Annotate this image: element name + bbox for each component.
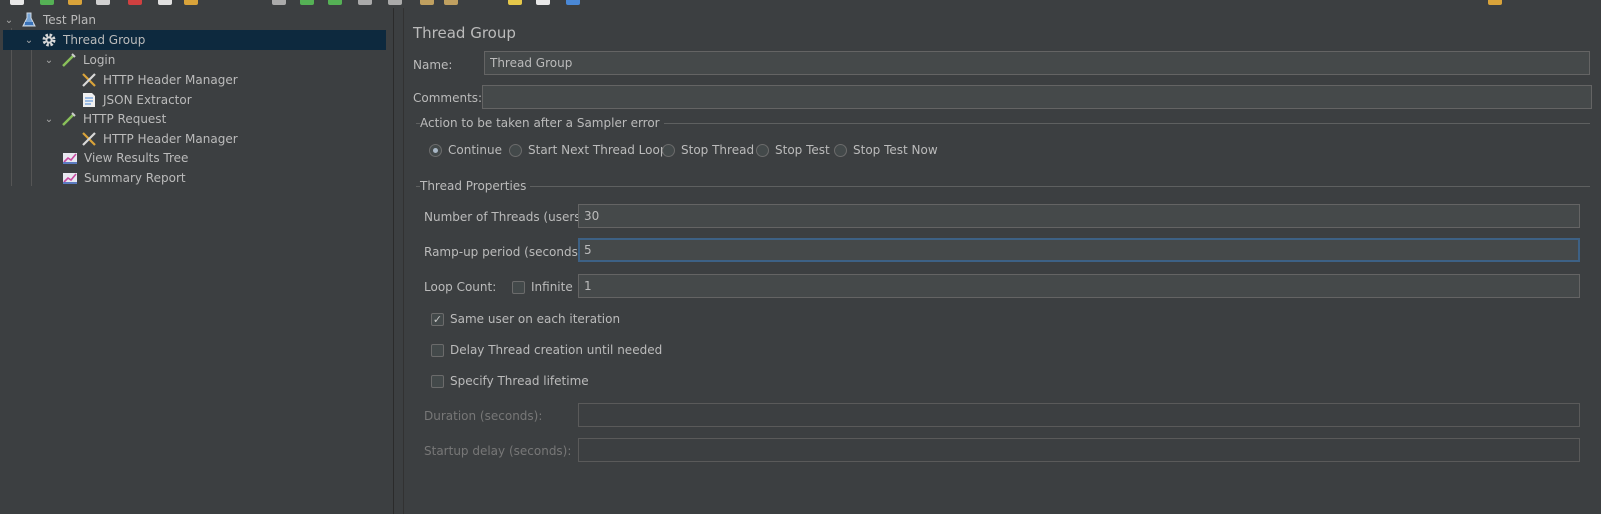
search-icon[interactable] (508, 0, 522, 5)
open-icon[interactable] (68, 0, 82, 5)
copy-icon[interactable] (158, 0, 172, 5)
pane-splitter[interactable] (393, 8, 394, 514)
radio-indicator (662, 143, 675, 157)
chart-icon (62, 170, 78, 186)
test-plan-tree: ⌄ Test Plan ⌄ Thread Group ⌄ Login HTTP … (3, 8, 394, 514)
tree-item-label: HTTP Header Manager (103, 132, 238, 146)
radio-indicator (834, 143, 847, 157)
tree-item-http-request[interactable]: ⌄ HTTP Request (43, 109, 166, 129)
loop-count-label: Loop Count: (424, 280, 497, 294)
paste-icon[interactable] (184, 0, 198, 5)
chart-icon (62, 150, 78, 166)
checkbox-label: Delay Thread creation until needed (450, 343, 663, 357)
page-title: Thread Group (413, 24, 516, 42)
tree-item-test-plan[interactable]: ⌄ Test Plan (3, 10, 386, 30)
checkbox-label: Infinite (531, 280, 573, 294)
chevron-down-icon[interactable]: ⌄ (43, 54, 55, 66)
name-field[interactable] (484, 51, 1590, 75)
check-icon: ✓ (431, 312, 444, 326)
radio-stop-test[interactable]: Stop Test (756, 143, 830, 157)
tree-guide-line (31, 48, 32, 186)
tree-guide-line (11, 28, 12, 186)
tree-item-label: View Results Tree (84, 151, 189, 165)
tree-item-label: Login (83, 53, 116, 67)
clear-all-icon[interactable] (444, 0, 458, 5)
threads-label: Number of Threads (users): (424, 210, 590, 224)
delay-thread-creation-checkbox[interactable]: Delay Thread creation until needed (431, 343, 662, 357)
expand-icon[interactable] (272, 0, 286, 5)
duration-field[interactable] (578, 403, 1580, 427)
radio-label: Stop Thread (681, 143, 755, 157)
same-user-checkbox[interactable]: ✓ Same user on each iteration (431, 312, 620, 326)
start-icon[interactable] (300, 0, 314, 5)
radio-indicator (756, 143, 769, 157)
checkbox-label: Same user on each iteration (450, 312, 621, 326)
cut-icon[interactable] (128, 0, 142, 5)
flask-icon (21, 12, 37, 28)
main-toolbar (0, 0, 1601, 6)
tree-item-label: Summary Report (84, 171, 186, 185)
startup-delay-field[interactable] (578, 438, 1580, 462)
tree-item-http-header-manager[interactable]: HTTP Header Manager (81, 70, 238, 90)
document-icon (81, 92, 97, 108)
checkbox-label: Specify Thread lifetime (450, 374, 589, 388)
radio-label: Stop Test (775, 143, 830, 157)
rampup-label: Ramp-up period (seconds): (424, 245, 587, 259)
tree-item-thread-group[interactable]: ⌄ Thread Group (3, 30, 386, 50)
chevron-down-icon[interactable]: ⌄ (23, 34, 35, 46)
pipette-icon (61, 111, 77, 127)
tree-item-label: HTTP Request (83, 112, 167, 126)
radio-stop-test-now[interactable]: Stop Test Now (834, 143, 938, 157)
comments-label: Comments: (413, 91, 483, 105)
clear-icon[interactable] (420, 0, 434, 5)
gear-icon (41, 32, 57, 48)
radio-indicator (509, 143, 522, 157)
checkbox-box (431, 343, 444, 357)
thread-properties-section-title: Thread Properties (420, 179, 531, 193)
comments-field[interactable] (482, 85, 1592, 109)
stop-icon[interactable] (358, 0, 372, 5)
radio-label: Start Next Thread Loop (528, 143, 668, 157)
warning-icon[interactable] (1488, 0, 1502, 5)
tree-item-summary-report[interactable]: Summary Report (62, 168, 186, 188)
pipette-icon (61, 52, 77, 68)
save-icon[interactable] (96, 0, 110, 5)
tree-item-label: Test Plan (43, 13, 96, 27)
radio-indicator (429, 143, 442, 157)
chevron-down-icon[interactable]: ⌄ (3, 14, 15, 26)
tree-item-login[interactable]: ⌄ Login (43, 50, 116, 70)
specify-thread-lifetime-checkbox[interactable]: Specify Thread lifetime (431, 374, 589, 388)
checkbox-box (512, 280, 525, 294)
radio-start-next-thread-loop[interactable]: Start Next Thread Loop (509, 143, 667, 157)
wrench-icon (81, 72, 97, 88)
loop-count-field[interactable] (578, 274, 1580, 298)
threads-field[interactable] (578, 204, 1580, 228)
radio-continue[interactable]: Continue (429, 143, 502, 157)
help-icon[interactable] (566, 0, 580, 5)
new-icon[interactable] (10, 0, 24, 5)
function-helper-icon[interactable] (536, 0, 550, 5)
sampler-error-section-title: Action to be taken after a Sampler error (420, 116, 664, 130)
tree-item-label: Thread Group (63, 33, 146, 47)
shutdown-icon[interactable] (388, 0, 402, 5)
wrench-icon (81, 131, 97, 147)
radio-label: Stop Test Now (853, 143, 938, 157)
tree-item-json-extractor[interactable]: JSON Extractor (81, 90, 192, 110)
startup-delay-label: Startup delay (seconds): (424, 444, 572, 458)
tree-item-http-header-manager[interactable]: HTTP Header Manager (81, 129, 238, 149)
tree-item-label: JSON Extractor (103, 93, 192, 107)
name-label: Name: (413, 58, 453, 72)
start-no-pause-icon[interactable] (328, 0, 342, 5)
infinite-checkbox[interactable]: Infinite (512, 280, 573, 294)
duration-label: Duration (seconds): (424, 409, 543, 423)
chevron-down-icon[interactable]: ⌄ (43, 113, 55, 125)
section-divider (416, 186, 1590, 187)
radio-label: Continue (448, 143, 502, 157)
tree-item-label: HTTP Header Manager (103, 73, 238, 87)
templates-icon[interactable] (40, 0, 54, 5)
tree-item-view-results-tree[interactable]: View Results Tree (62, 148, 188, 168)
rampup-field[interactable] (578, 238, 1580, 262)
radio-stop-thread[interactable]: Stop Thread (662, 143, 754, 157)
checkbox-box (431, 374, 444, 388)
